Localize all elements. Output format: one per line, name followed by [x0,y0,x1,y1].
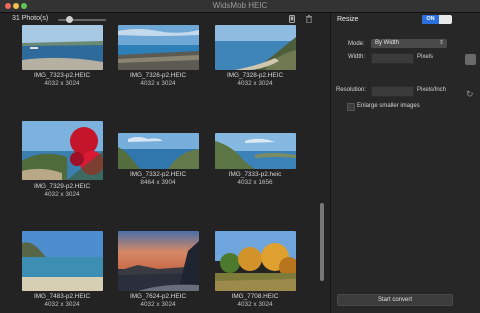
enlarge-checkbox[interactable] [347,103,355,111]
mode-select[interactable]: By Width ⇕ [371,39,447,48]
lock-aspect-icon[interactable] [465,54,476,65]
trash-icon[interactable] [306,15,312,25]
photo-name: IMG_7328-p2.HEIC [226,72,284,79]
width-input[interactable] [371,53,414,64]
photo-name: IMG_7326-p2.HEIC [129,72,187,79]
reset-icon[interactable]: ↻ [466,89,474,100]
mode-value: By Width [375,40,400,46]
photo-name: IMG_7483-p2.HEIC [33,293,91,300]
photo-name: IMG_7708.HEIC [231,293,279,300]
photo-name: IMG_7323-p2.HEIC [33,72,91,79]
photo-dimensions: 4032 x 3024 [44,301,80,308]
photo-thumbnail-bay[interactable] [118,133,199,169]
enlarge-label: Enlarge smaller images [357,103,420,109]
photo-dimensions: 4032 x 1656 [237,179,273,186]
app-window: WidsMob HEIC 31 Photo(s) IMG_7323-p2.HEI… [0,0,480,313]
resize-toggle[interactable]: ON [422,15,452,24]
title-bar: WidsMob HEIC [0,0,480,13]
resize-title: Resize [337,16,359,23]
photo-thumbnail-hills[interactable] [215,133,296,169]
photo-thumbnail-coast[interactable] [215,25,296,70]
photo-dimensions: 4032 x 3024 [44,80,80,87]
width-label: Width: [348,54,366,60]
photo-thumbnail-autumn[interactable] [215,231,296,291]
mode-label: Mode: [348,41,365,47]
start-convert-button[interactable]: Start convert [337,294,453,306]
photo-dimensions: 4032 x 3024 [140,80,176,87]
window-title: WidsMob HEIC [212,1,268,10]
resolution-label: Resolution: [336,87,367,93]
photo-browser: 31 Photo(s) IMG_7323-p2.HEIC 4032 x 3024 [0,13,330,313]
resize-toggle-state: ON [422,15,439,24]
photo-count: 31 Photo(s) [12,15,49,22]
width-unit: Pixels [417,54,434,60]
photo-name: IMG_7333-p2.heic [228,171,282,178]
photo-dimensions: 8464 x 3904 [140,179,176,186]
photo-dimensions: 4032 x 3024 [44,191,80,198]
resolution-unit: Pixels/Inch [417,87,447,93]
photo-thumbnail-sunset[interactable] [118,231,199,291]
photo-thumbnail-lake[interactable] [22,25,103,70]
photo-dimensions: 4032 x 3024 [237,80,273,87]
photo-thumbnail-sea[interactable] [22,231,103,291]
scrollbar-thumb[interactable] [320,203,324,281]
photo-name: IMG_7624-p2.HEIC [129,293,187,300]
photo-dimensions: 4032 x 3024 [237,301,273,308]
photo-thumbnail-flowers[interactable] [22,121,103,180]
chevron-updown-icon: ⇕ [438,40,444,46]
photo-dimensions: 4032 x 3024 [140,301,176,308]
resolution-input[interactable] [371,86,414,97]
photo-name: IMG_7332-p2.HEIC [129,171,187,178]
photo-name: IMG_7329-p2.HEIC [33,183,91,190]
photo-thumbnail-beach[interactable] [118,25,199,70]
settings-panel: Resize ON Mode: By Width ⇕ Width: Pixels… [330,13,480,313]
thumbnail-size-slider-knob[interactable] [66,16,73,23]
phone-icon[interactable] [289,15,295,25]
